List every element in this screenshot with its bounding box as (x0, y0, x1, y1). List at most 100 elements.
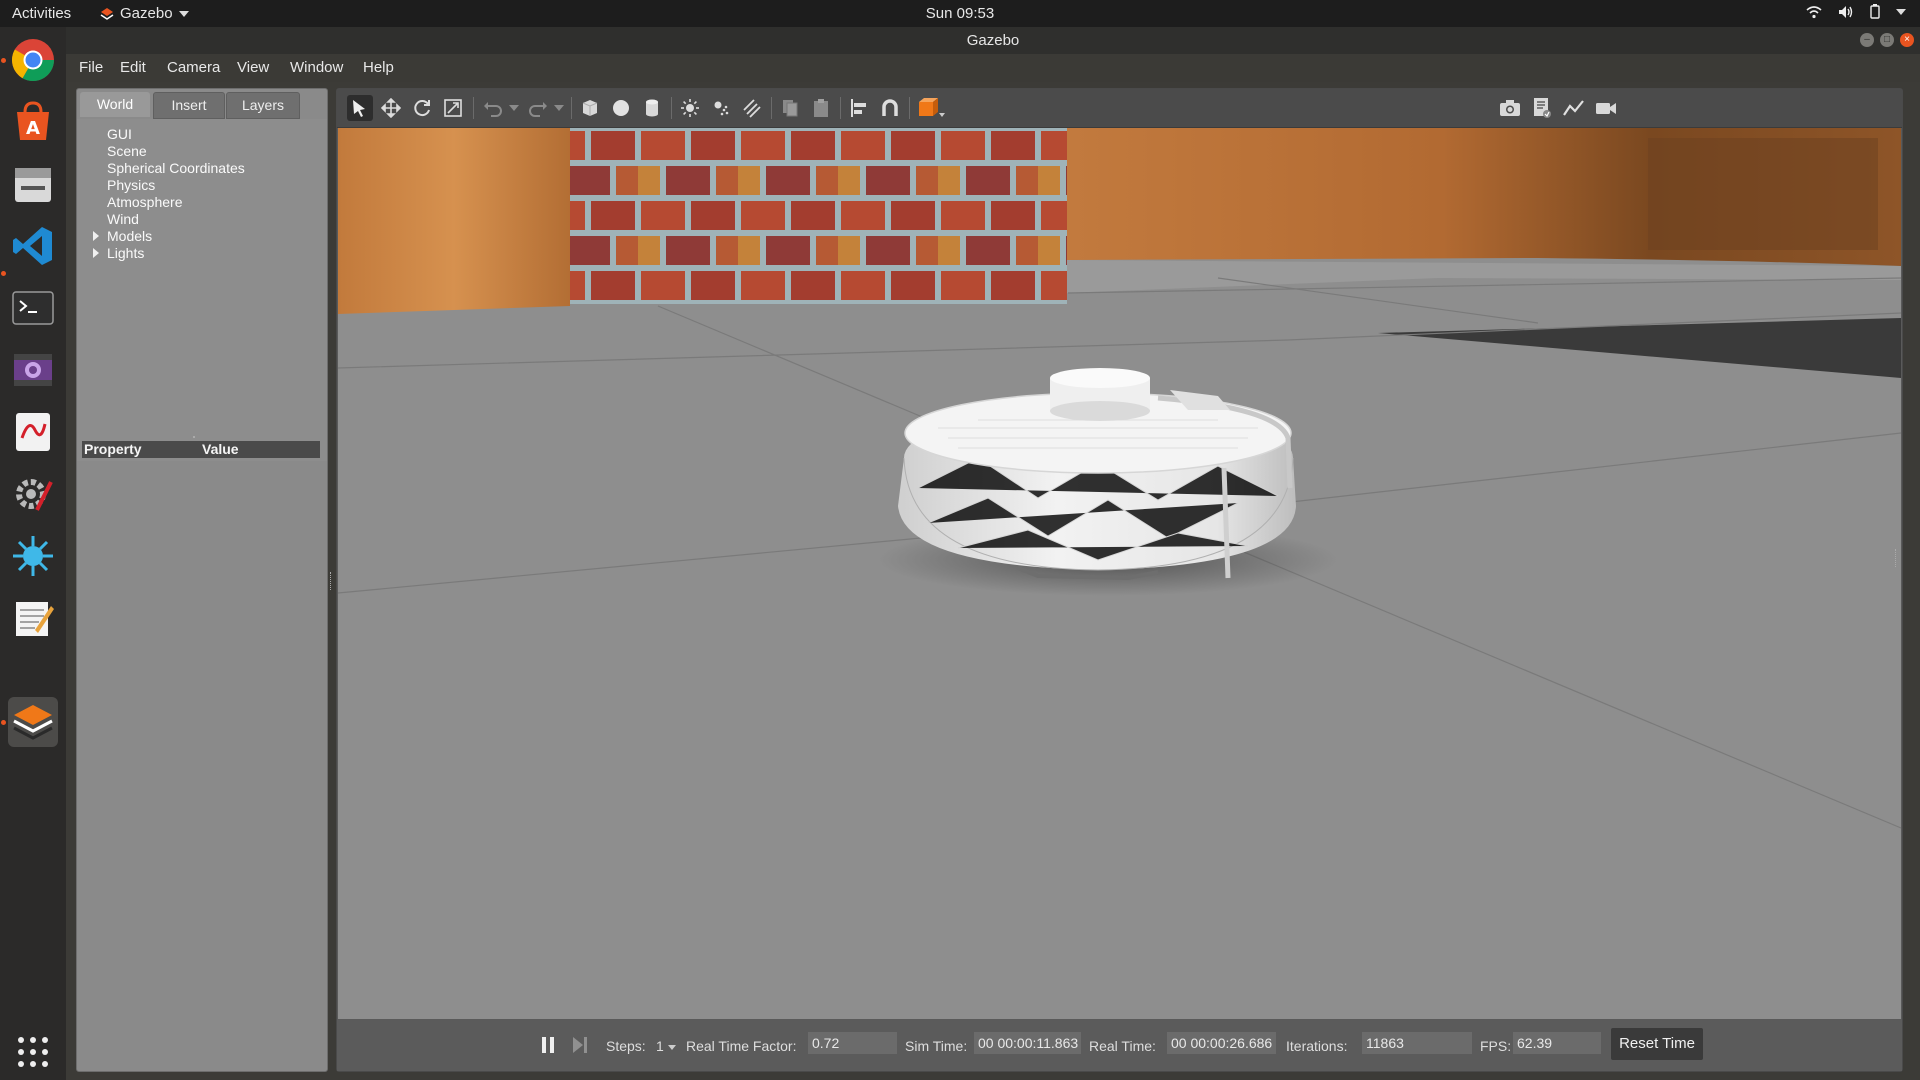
redo-button[interactable] (525, 95, 551, 121)
fps-field[interactable]: 62.39 (1513, 1032, 1601, 1054)
iterations-field[interactable]: 11863 (1362, 1032, 1472, 1054)
pause-button[interactable] (540, 1036, 556, 1057)
paste-button[interactable] (808, 95, 834, 121)
toolbar-separator (473, 97, 474, 119)
tab-layers[interactable]: Layers (226, 92, 300, 119)
app-grid-icon (18, 1037, 48, 1067)
dock-text-editor[interactable] (8, 593, 58, 643)
menu-edit[interactable]: Edit (120, 59, 146, 76)
translate-mode-button[interactable] (378, 95, 404, 121)
pause-icon (542, 1037, 554, 1053)
menu-camera[interactable]: Camera (167, 59, 220, 76)
dock-terminal[interactable] (8, 283, 58, 333)
clock[interactable]: Sun 09:53 (926, 5, 994, 22)
snap-button[interactable] (877, 95, 903, 121)
chrome-icon (11, 39, 55, 82)
activities-button[interactable]: Activities (12, 5, 71, 22)
directional-light-icon (743, 99, 761, 118)
show-applications-button[interactable] (8, 1027, 58, 1077)
window-title-bar[interactable]: Gazebo – □ × (66, 27, 1920, 54)
tree-item-physics[interactable]: Physics (107, 177, 155, 193)
dock-settings-tools[interactable] (8, 469, 58, 519)
redo-history-dropdown[interactable] (552, 95, 566, 121)
align-button[interactable] (846, 95, 872, 121)
dock-pdf-viewer[interactable] (8, 407, 58, 457)
magnet-icon (882, 99, 898, 116)
dock-gazebo[interactable] (8, 697, 58, 747)
menu-file[interactable]: File (79, 59, 103, 76)
wifi-icon (1806, 5, 1822, 18)
close-button[interactable]: × (1900, 33, 1914, 47)
screenshot-button[interactable] (1497, 95, 1523, 121)
sim-time-field[interactable]: 00 00:00:11.863 (974, 1032, 1081, 1054)
property-column-header[interactable]: Property (84, 441, 142, 457)
view-angle-button[interactable] (915, 95, 949, 121)
tree-item-scene[interactable]: Scene (107, 143, 147, 159)
real-time-factor-field[interactable]: 0.72 (808, 1032, 897, 1054)
status-bar: Steps: 1 Real Time Factor: 0.72 Sim Time… (337, 1020, 1902, 1071)
plot-button[interactable] (1561, 95, 1587, 121)
directional-light-button[interactable] (739, 95, 765, 121)
dock-video[interactable] (8, 345, 58, 395)
vscode-icon (13, 227, 52, 265)
rotate-mode-button[interactable] (409, 95, 435, 121)
menu-help[interactable]: Help (363, 59, 394, 76)
dock-splash[interactable] (8, 531, 58, 581)
undo-button[interactable] (480, 95, 506, 121)
dock-software-center[interactable]: A (8, 97, 58, 147)
point-light-button[interactable] (677, 95, 703, 121)
log-data-button[interactable] (1529, 95, 1555, 121)
panel-resize-handle[interactable] (1895, 549, 1897, 567)
cylinder-shape-button[interactable] (639, 95, 665, 121)
tree-item-lights[interactable]: Lights (107, 245, 144, 261)
tree-item-gui[interactable]: GUI (107, 126, 132, 142)
real-time-label: Real Time: (1089, 1038, 1156, 1054)
sim-time-label: Sim Time: (905, 1038, 968, 1054)
app-menu[interactable]: Gazebo (100, 5, 189, 22)
system-tray[interactable] (1806, 4, 1906, 19)
real-time-field[interactable]: 00 00:00:26.686 (1167, 1032, 1276, 1054)
iterations-label: Iterations: (1286, 1038, 1348, 1054)
scale-mode-button[interactable] (440, 95, 466, 121)
box-shape-button[interactable] (577, 95, 603, 121)
dock-file-manager[interactable] (8, 159, 58, 209)
menu-view[interactable]: View (237, 59, 269, 76)
dock-vscode[interactable] (8, 221, 58, 271)
close-icon: × (1904, 34, 1910, 45)
chevron-down-icon (1896, 8, 1906, 15)
pdf-viewer-icon (16, 413, 50, 451)
spot-light-icon (714, 101, 729, 116)
sphere-shape-button[interactable] (608, 95, 634, 121)
tree-item-atmosphere[interactable]: Atmosphere (107, 194, 182, 210)
tab-insert[interactable]: Insert (153, 92, 225, 119)
gazebo-icon (13, 705, 53, 740)
property-table-header: Property Value (82, 441, 320, 458)
expand-arrow-icon[interactable] (93, 231, 99, 241)
undo-history-dropdown[interactable] (507, 95, 521, 121)
record-video-button[interactable] (1593, 95, 1619, 121)
spot-light-button[interactable] (708, 95, 734, 121)
tree-item-models[interactable]: Models (107, 228, 152, 244)
step-button[interactable] (572, 1036, 588, 1057)
maximize-button[interactable]: □ (1880, 33, 1894, 47)
splitter-handle[interactable] (193, 436, 195, 438)
3d-scene-view[interactable] (338, 128, 1901, 1019)
expand-arrow-icon[interactable] (93, 248, 99, 258)
steps-stepper-icon[interactable] (668, 1045, 676, 1050)
volume-icon (1839, 5, 1853, 18)
box-icon (582, 100, 598, 116)
dock-chrome[interactable] (8, 35, 58, 85)
reset-time-button[interactable]: Reset Time (1611, 1028, 1703, 1060)
fps-label: FPS: (1480, 1038, 1512, 1054)
copy-button[interactable] (777, 95, 803, 121)
minimize-button[interactable]: – (1860, 33, 1874, 47)
menu-window[interactable]: Window (290, 59, 343, 76)
panel-resize-handle[interactable] (330, 572, 334, 590)
select-mode-button[interactable] (347, 95, 373, 121)
toolbar (337, 89, 1902, 128)
tree-item-spherical-coordinates[interactable]: Spherical Coordinates (107, 160, 245, 176)
value-column-header[interactable]: Value (202, 441, 239, 457)
tab-world[interactable]: World (80, 92, 150, 117)
steps-value[interactable]: 1 (656, 1038, 664, 1054)
tree-item-wind[interactable]: Wind (107, 211, 139, 227)
